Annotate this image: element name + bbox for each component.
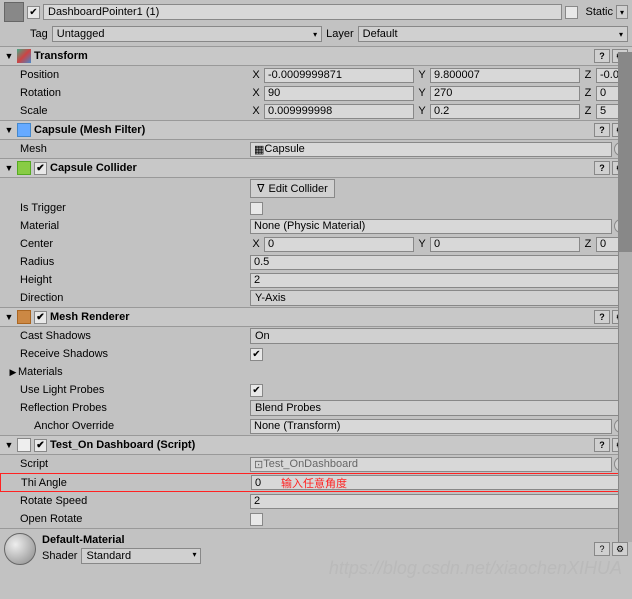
material-name: Default-Material <box>42 534 588 546</box>
transform-icon <box>17 49 31 63</box>
gameobject-icon <box>4 2 24 22</box>
static-dropdown-icon[interactable]: ▾ <box>616 5 628 19</box>
transform-title: Transform <box>34 50 88 62</box>
renderer-icon <box>17 310 31 324</box>
radius-label: Radius <box>20 256 250 268</box>
materials-label: Materials <box>18 366 63 378</box>
collider-icon <box>17 161 31 175</box>
collider-enable-checkbox[interactable] <box>34 162 47 175</box>
scroll-thumb[interactable] <box>619 52 632 252</box>
rotation-label: Rotation <box>20 87 250 99</box>
is-trigger-checkbox[interactable] <box>250 202 263 215</box>
direction-dropdown[interactable]: Y-Axis <box>250 290 628 306</box>
name-field[interactable] <box>43 4 562 20</box>
foldout-icon[interactable]: ▼ <box>4 163 14 173</box>
center-x[interactable] <box>264 237 414 252</box>
collider-title: Capsule Collider <box>50 162 137 174</box>
radius-field[interactable] <box>250 255 628 270</box>
scale-label: Scale <box>20 105 250 117</box>
material-section[interactable]: Default-Material Shader Standard ?⚙ <box>0 528 632 569</box>
shader-dropdown[interactable]: Standard <box>81 548 201 564</box>
is-trigger-label: Is Trigger <box>20 202 250 214</box>
renderer-enable-checkbox[interactable] <box>34 311 47 324</box>
collider-header[interactable]: ▼ Capsule Collider ?⚙ <box>0 158 632 178</box>
active-checkbox[interactable] <box>27 6 40 19</box>
scrollbar[interactable] <box>618 52 632 542</box>
receive-shadows-label: Receive Shadows <box>20 348 250 360</box>
cast-shadows-dropdown[interactable]: On <box>250 328 628 344</box>
light-probes-label: Use Light Probes <box>20 384 250 396</box>
height-field[interactable] <box>250 273 628 288</box>
script-icon <box>17 438 31 452</box>
help-icon[interactable]: ? <box>594 123 610 137</box>
mesh-filter-title: Capsule (Mesh Filter) <box>34 124 145 136</box>
transform-header[interactable]: ▼ Transform ?⚙ <box>0 46 632 66</box>
mesh-filter-header[interactable]: ▼ Capsule (Mesh Filter) ?⚙ <box>0 120 632 140</box>
help-icon[interactable]: ? <box>594 310 610 324</box>
help-icon[interactable]: ? <box>594 161 610 175</box>
cast-shadows-label: Cast Shadows <box>20 330 250 342</box>
help-icon[interactable]: ? <box>594 438 610 452</box>
script-label: Script <box>20 458 250 470</box>
foldout-icon[interactable]: ▼ <box>4 51 14 61</box>
position-x[interactable] <box>264 68 414 83</box>
material-preview-icon <box>4 533 36 565</box>
reflection-probes-dropdown[interactable]: Blend Probes <box>250 400 628 416</box>
script-enable-checkbox[interactable] <box>34 439 47 452</box>
script-header[interactable]: ▼ Test_On Dashboard (Script) ?⚙ <box>0 435 632 455</box>
static-label: Static <box>585 6 613 18</box>
foldout-icon[interactable]: ▼ <box>4 125 14 135</box>
reflection-probes-label: Reflection Probes <box>20 402 250 414</box>
renderer-title: Mesh Renderer <box>50 311 129 323</box>
script-field[interactable]: ⊡ Test_OnDashboard <box>250 457 612 472</box>
mesh-label: Mesh <box>20 143 250 155</box>
help-icon[interactable]: ? <box>594 49 610 63</box>
anchor-override-label: Anchor Override <box>34 420 250 432</box>
gear-icon[interactable]: ⚙ <box>612 542 628 556</box>
direction-label: Direction <box>20 292 250 304</box>
help-icon[interactable]: ? <box>594 542 610 556</box>
height-label: Height <box>20 274 250 286</box>
foldout-icon[interactable]: ▼ <box>4 440 14 450</box>
y-label: Y <box>416 69 428 81</box>
position-y[interactable] <box>430 68 580 83</box>
layer-dropdown[interactable]: Default <box>358 26 628 42</box>
phys-material-field[interactable]: None (Physic Material) <box>250 219 612 234</box>
mesh-filter-icon <box>17 123 31 137</box>
mesh-field[interactable]: ▦ Capsule <box>250 142 612 157</box>
tag-label: Tag <box>30 28 48 40</box>
phys-material-label: Material <box>20 220 250 232</box>
receive-shadows-checkbox[interactable] <box>250 348 263 361</box>
open-rotate-checkbox[interactable] <box>250 513 263 526</box>
anchor-override-field[interactable]: None (Transform) <box>250 419 612 434</box>
edit-collider-button[interactable]: ᐁEdit Collider <box>250 179 335 198</box>
x-label: X <box>250 69 262 81</box>
rotate-speed-field[interactable] <box>250 494 628 509</box>
foldout-icon[interactable]: ▼ <box>4 312 14 322</box>
edit-collider-icon: ᐁ <box>257 182 265 195</box>
center-y[interactable] <box>430 237 580 252</box>
z-label: Z <box>582 69 594 81</box>
static-checkbox[interactable] <box>565 6 578 19</box>
rotation-y[interactable] <box>430 86 580 101</box>
rotate-speed-label: Rotate Speed <box>20 495 250 507</box>
tag-dropdown[interactable]: Untagged <box>52 26 322 42</box>
layer-label: Layer <box>326 28 354 40</box>
position-label: Position <box>20 69 250 81</box>
scale-x[interactable] <box>264 104 414 119</box>
renderer-header[interactable]: ▼ Mesh Renderer ?⚙ <box>0 307 632 327</box>
open-rotate-label: Open Rotate <box>20 513 250 525</box>
center-label: Center <box>20 238 250 250</box>
scale-y[interactable] <box>430 104 580 119</box>
light-probes-checkbox[interactable] <box>250 384 263 397</box>
script-title: Test_On Dashboard (Script) <box>50 439 195 451</box>
thi-angle-label: Thi Angle <box>21 477 251 489</box>
materials-foldout-icon[interactable]: ▶ <box>8 367 18 378</box>
rotation-x[interactable] <box>264 86 414 101</box>
shader-label: Shader <box>42 550 77 562</box>
annotation-text: 输入任意角度 <box>281 475 347 491</box>
